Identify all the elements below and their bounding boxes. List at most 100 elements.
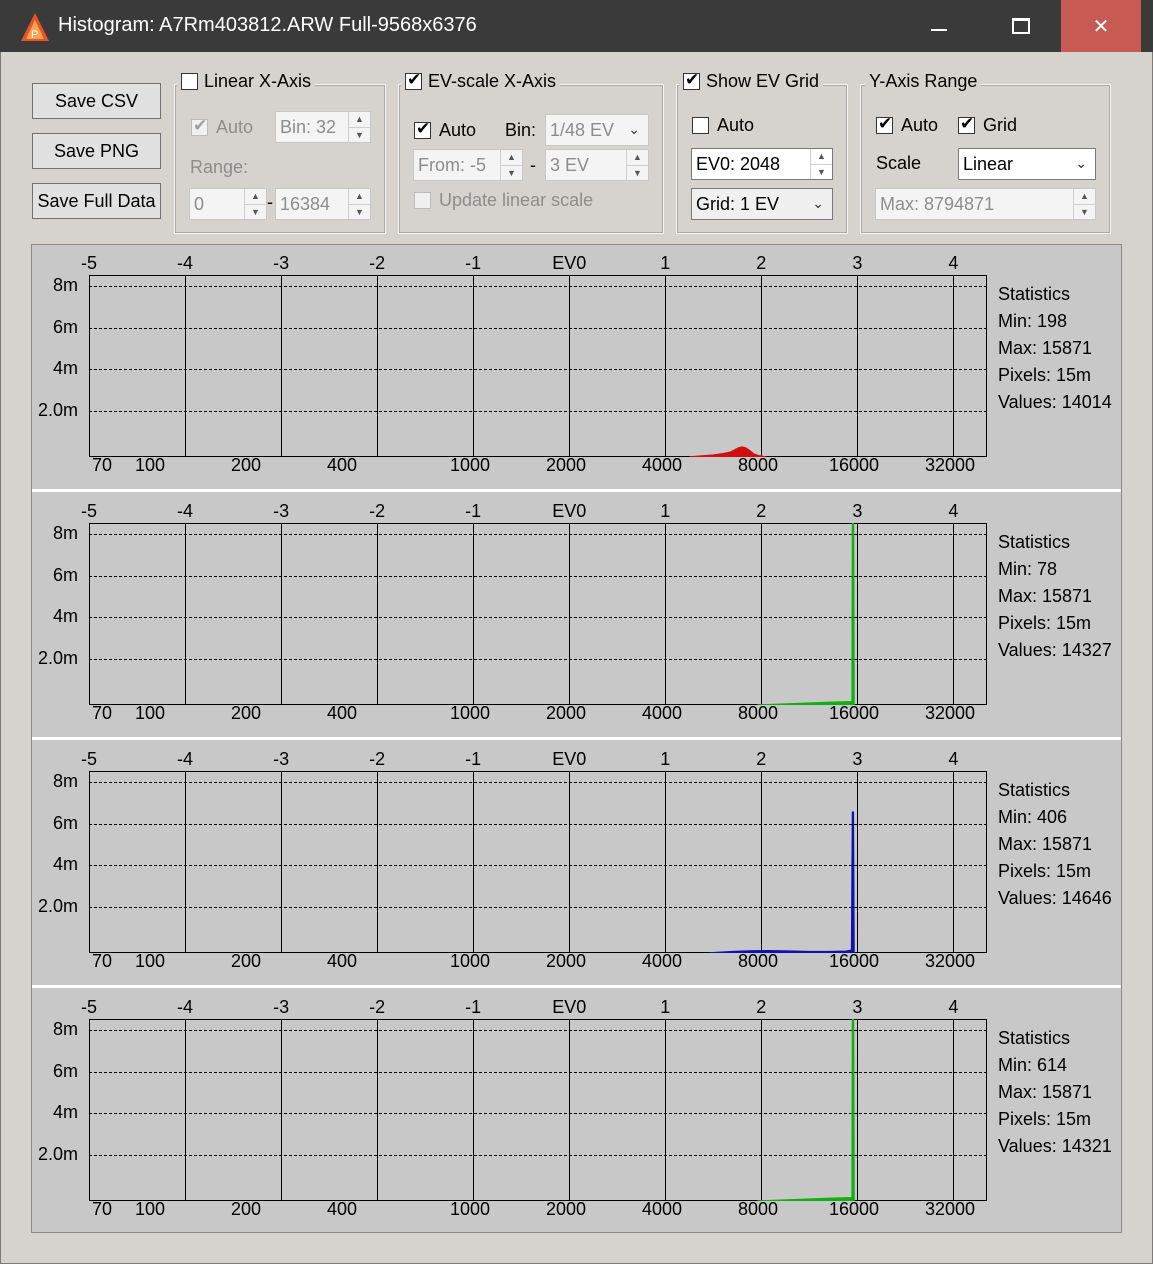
histogram-series-green xyxy=(757,1019,855,1201)
ev-tick-label: 1 xyxy=(660,749,671,769)
statistics-pixels: Pixels: 15m xyxy=(998,365,1092,385)
ev-tick-label: -2 xyxy=(369,749,386,769)
histogram-window: P Histogram: A7Rm403812.ARW Full-9568x63… xyxy=(0,0,1153,1264)
histogram-panel-green: -5 -4 -3 -2 -1 EV0 1 2 3 4 8m 6m 4m 2.0m 70 100 200 400 10… xyxy=(32,493,1121,739)
ev0-spinner[interactable]: EV0: 2048 ▲ ▼ xyxy=(691,148,833,180)
value-tick-label: 4000 xyxy=(641,703,683,723)
maximize-button[interactable] xyxy=(980,0,1061,52)
histogram-series-blue xyxy=(708,811,855,953)
linear-auto-control: Auto xyxy=(191,116,253,138)
app-logo-icon: P xyxy=(21,13,49,41)
ev-tick-label: 3 xyxy=(852,253,863,273)
ev-from-spin-buttons[interactable]: ▲ ▼ xyxy=(500,150,522,180)
ev-tick-label: -3 xyxy=(273,253,290,273)
save-full-data-button[interactable]: Save Full Data xyxy=(32,183,161,219)
ev-grid-step-select[interactable]: Grid: 1 EV ⌄ xyxy=(691,188,833,220)
y-auto-checkbox[interactable] xyxy=(876,114,893,134)
y-tick-label: 4m xyxy=(52,854,78,874)
ev-tick-label: 2 xyxy=(756,253,767,273)
ev-tick-label: -3 xyxy=(273,749,290,769)
ev-tick-label: 3 xyxy=(852,749,863,769)
y-tick-label: 6m xyxy=(52,565,78,585)
ev-bin-value: 1/48 EV xyxy=(550,119,615,140)
histogram-svg xyxy=(89,771,987,953)
show-ev-grid-checkbox[interactable] xyxy=(683,70,700,90)
ev-tick-label: EV0 xyxy=(552,997,587,1017)
histogram-panel-green: -5 -4 -3 -2 -1 EV0 1 2 3 4 8m 6m 4m 2.0m 70 100 200 400 10… xyxy=(32,989,1121,1235)
linear-range-to-spinner[interactable]: 16384 ▲ ▼ xyxy=(275,188,371,220)
ev0-spin-buttons[interactable]: ▲ ▼ xyxy=(810,149,832,179)
value-tick-label: 70 xyxy=(91,455,113,475)
ev-tick-label: 4 xyxy=(948,253,959,273)
value-tick-label: 400 xyxy=(326,703,358,723)
linear-auto-checkbox[interactable] xyxy=(191,116,208,136)
minimize-button[interactable] xyxy=(898,0,979,52)
ev-tick-label: -5 xyxy=(80,501,98,521)
window-title: Histogram: A7Rm403812.ARW Full-9568x6376 xyxy=(58,14,477,36)
statistics-title: Statistics xyxy=(998,780,1071,800)
ev-from-spinner[interactable]: From: -5 ▲ ▼ xyxy=(413,149,523,181)
y-grid-checkbox[interactable] xyxy=(958,114,975,134)
value-tick-label: 70 xyxy=(91,703,113,723)
ev-to-spin-buttons[interactable]: ▲ ▼ xyxy=(626,150,648,180)
y-tick-label: 8m xyxy=(52,275,78,295)
ev-tick-label: 2 xyxy=(756,997,767,1017)
ev-tick-label: 4 xyxy=(948,749,959,769)
linear-range-from-spinner[interactable]: 0 ▲ ▼ xyxy=(189,188,267,220)
ev-grid-step-value: Grid: 1 EV xyxy=(696,193,780,214)
ev-to-spinner[interactable]: 3 EV ▲ ▼ xyxy=(545,149,649,181)
close-button[interactable]: ✕ xyxy=(1061,0,1141,52)
y-axis-range-group: Y-Axis Range Auto Grid Scale Linear ⌄ Ma… xyxy=(860,71,1111,234)
ev0-value: EV0: 2048 xyxy=(696,153,781,174)
ev-tick-label: -2 xyxy=(369,253,386,273)
linear-x-axis-checkbox[interactable] xyxy=(181,73,198,90)
statistics-max: Max: 15871 xyxy=(998,1082,1093,1102)
statistics-pixels: Pixels: 15m xyxy=(998,613,1092,633)
ev-scale-header: EV-scale X-Axis xyxy=(401,70,561,92)
ev-grid-auto-checkbox[interactable] xyxy=(692,117,709,134)
statistics-values: Values: 14014 xyxy=(998,392,1112,412)
linear-x-axis-group: Linear X-Axis Auto Bin: 32 ▲▼ Range: 0 ▲… xyxy=(174,71,386,234)
ev-tick-label: -4 xyxy=(177,253,194,273)
linear-range-from-spin-buttons[interactable]: ▲ ▼ xyxy=(244,189,266,219)
y-max-spinner[interactable]: Max: 8794871 ▲ ▼ xyxy=(875,188,1096,220)
ev-bin-select[interactable]: 1/48 EV ⌄ xyxy=(545,114,649,146)
ev-tick-label: -1 xyxy=(465,501,482,521)
y-tick-label: 6m xyxy=(52,1061,78,1081)
ev-tick-label: 2 xyxy=(756,501,767,521)
y-auto-label: Auto xyxy=(901,115,939,135)
linear-bin-spin-buttons[interactable]: ▲ ▼ xyxy=(348,112,370,142)
linear-range-to-spin-buttons[interactable]: ▲ ▼ xyxy=(348,189,370,219)
panel-separator xyxy=(32,737,1121,740)
statistics-pixels: Pixels: 15m xyxy=(998,861,1092,881)
value-tick-label: 400 xyxy=(326,1199,358,1219)
value-tick-label: 4000 xyxy=(641,455,683,475)
ev-tick-label: -5 xyxy=(80,749,98,769)
value-tick-label: 2000 xyxy=(545,703,587,723)
value-tick-label: 1000 xyxy=(449,703,491,723)
y-auto-control: Auto xyxy=(876,114,939,136)
value-tick-label: 70 xyxy=(91,1199,113,1219)
linear-range-dash: - xyxy=(267,192,273,212)
ev-auto-checkbox[interactable] xyxy=(414,119,431,139)
value-tick-label: 400 xyxy=(326,951,358,971)
ev-tick-label: 4 xyxy=(948,997,959,1017)
update-linear-checkbox[interactable] xyxy=(414,192,431,209)
panel-separator xyxy=(32,489,1121,492)
save-png-button[interactable]: Save PNG xyxy=(32,133,161,169)
linear-bin-spinner[interactable]: Bin: 32 ▲ ▼ xyxy=(275,111,371,143)
linear-x-axis-header: Linear X-Axis xyxy=(177,71,316,92)
chevron-down-icon: ⌄ xyxy=(1075,155,1087,171)
update-linear-control: Update linear scale xyxy=(414,190,593,211)
save-csv-button[interactable]: Save CSV xyxy=(32,83,161,119)
ev-tick-label: 3 xyxy=(852,501,863,521)
y-scale-select[interactable]: Linear ⌄ xyxy=(958,148,1096,180)
ev-scale-checkbox[interactable] xyxy=(405,70,422,90)
ev-tick-label: -2 xyxy=(369,997,386,1017)
ev-tick-label: -2 xyxy=(369,501,386,521)
y-tick-label: 4m xyxy=(52,358,78,378)
y-max-spin-buttons[interactable]: ▲ ▼ xyxy=(1073,189,1095,219)
ev-from-value: From: -5 xyxy=(418,154,487,175)
histogram-plot xyxy=(89,771,987,953)
ev-tick-label: 4 xyxy=(948,501,959,521)
